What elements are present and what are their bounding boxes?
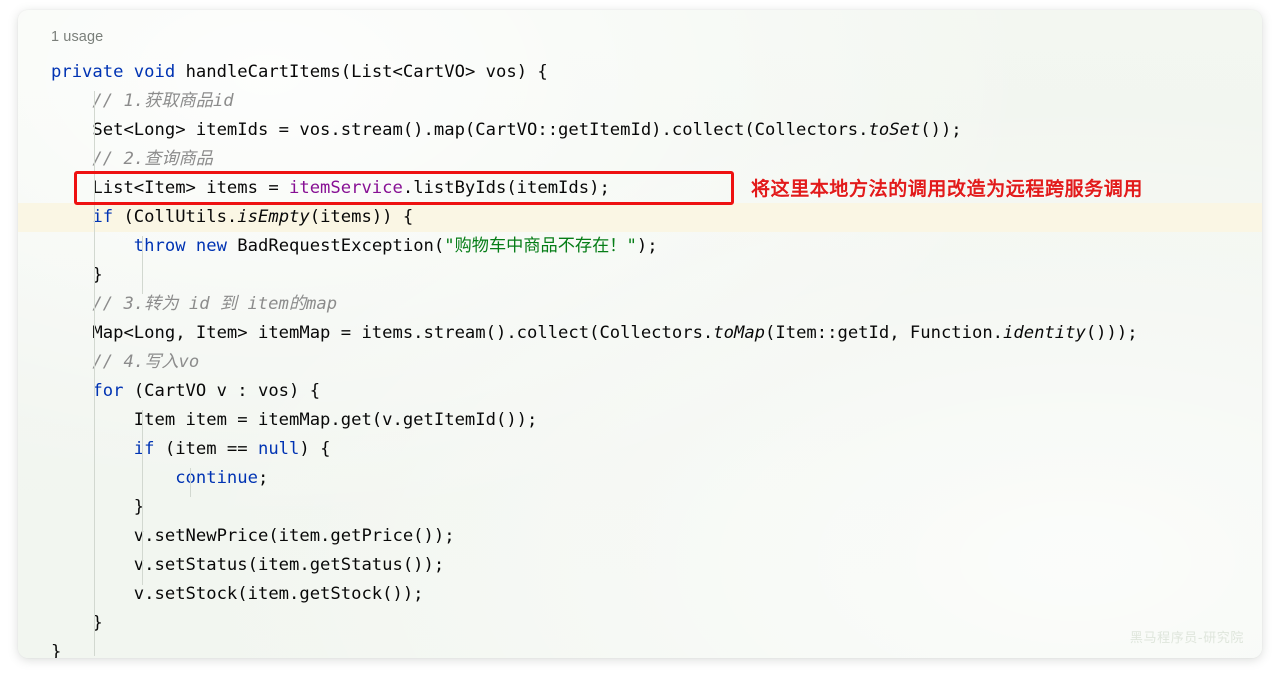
code-token: .listByIds(itemIds); — [402, 178, 610, 198]
watermark-label: 黑马程序员-研究院 — [1129, 631, 1244, 646]
code-token: continue — [175, 468, 258, 488]
code-card: 1 usage private void handleCartItems(Lis… — [18, 10, 1262, 658]
code-token: Map<Long, Item> itemMap = items.stream()… — [92, 323, 714, 343]
code-token: handleCartItems — [185, 62, 341, 82]
code-token: isEmpty — [237, 207, 310, 227]
code-token: itemService — [289, 178, 403, 198]
code-line[interactable]: // 3.转为 id 到 item的map — [18, 290, 1262, 319]
code-token: Set<Long> itemIds = vos.stream().map(Car… — [92, 120, 869, 140]
code-line[interactable]: v.setNewPrice(item.getPrice()); — [18, 522, 1262, 551]
code-token: // 3.转为 id 到 item的map — [92, 294, 338, 314]
code-token: (items)) { — [309, 207, 414, 227]
code-token: private — [51, 62, 124, 82]
code-token: // 2.查询商品 — [92, 149, 213, 169]
code-line[interactable]: throw new BadRequestException("购物车中商品不存在… — [18, 232, 1262, 261]
code-token: List<Item> items = — [92, 178, 290, 198]
code-token: } — [51, 642, 62, 658]
code-token: // 1.获取商品id — [92, 91, 234, 111]
code-token: ) { — [299, 439, 331, 459]
code-token: ())); — [1085, 323, 1138, 343]
code-token: (item == — [154, 439, 258, 459]
code-token: (Item::getId, Function. — [765, 323, 1004, 343]
code-line[interactable]: // 2.查询商品 — [18, 145, 1262, 174]
indent-guide — [142, 410, 143, 585]
code-line[interactable]: // 4.写入vo — [18, 348, 1262, 377]
code-token: BadRequestException( — [226, 236, 445, 256]
code-token: v.setStock(item.getStock()); — [133, 584, 424, 604]
code-line[interactable]: } — [18, 261, 1262, 290]
code-line[interactable]: if (CollUtils.isEmpty(items)) { — [18, 203, 1262, 232]
code-token: Item item = itemMap.get(v.getItemId()); — [133, 410, 538, 430]
code-editor-body[interactable]: private void handleCartItems(List<CartVO… — [18, 58, 1262, 658]
code-token: ); — [636, 236, 658, 256]
code-line[interactable]: v.setStock(item.getStock()); — [18, 580, 1262, 609]
indent-guide — [142, 236, 143, 294]
code-token: // 4.写入vo — [92, 352, 200, 372]
usage-hint-label[interactable]: 1 usage — [51, 29, 103, 45]
code-token: "购物车中商品不存在！" — [444, 236, 637, 256]
code-token: identity — [1003, 323, 1086, 343]
code-token: void — [133, 62, 176, 82]
code-token: (CollUtils. — [113, 207, 238, 227]
code-line[interactable]: } — [18, 638, 1262, 658]
code-token: (CartVO v : vos) { — [123, 381, 321, 401]
code-token: if — [92, 207, 114, 227]
code-line[interactable]: if (item == null) { — [18, 435, 1262, 464]
code-line[interactable]: continue; — [18, 464, 1262, 493]
indent-guide — [190, 468, 191, 497]
code-line[interactable]: Map<Long, Item> itemMap = items.stream()… — [18, 319, 1262, 348]
code-token: (List<CartVO> vos) { — [340, 62, 548, 82]
code-token: for — [92, 381, 124, 401]
annotation-text: 将这里本地方法的调用改造为远程跨服务调用 — [751, 178, 1144, 200]
code-line[interactable]: // 1.获取商品id — [18, 87, 1262, 116]
code-token: ()); — [920, 120, 962, 140]
code-line[interactable]: Item item = itemMap.get(v.getItemId()); — [18, 406, 1262, 435]
code-line[interactable]: } — [18, 493, 1262, 522]
code-line[interactable]: Set<Long> itemIds = vos.stream().map(Car… — [18, 116, 1262, 145]
code-token: v.setNewPrice(item.getPrice()); — [133, 526, 455, 546]
code-token: toMap — [713, 323, 766, 343]
code-token: if — [133, 439, 155, 459]
code-token: ; — [257, 468, 269, 488]
code-token: toSet — [868, 120, 921, 140]
code-token: v.setStatus(item.getStatus()); — [133, 555, 445, 575]
code-token: null — [257, 439, 300, 459]
code-line[interactable]: } — [18, 609, 1262, 638]
indent-guide — [94, 91, 95, 656]
code-token: new — [195, 236, 227, 256]
code-line[interactable]: for (CartVO v : vos) { — [18, 377, 1262, 406]
code-line[interactable]: private void handleCartItems(List<CartVO… — [18, 58, 1262, 87]
code-line[interactable]: v.setStatus(item.getStatus()); — [18, 551, 1262, 580]
